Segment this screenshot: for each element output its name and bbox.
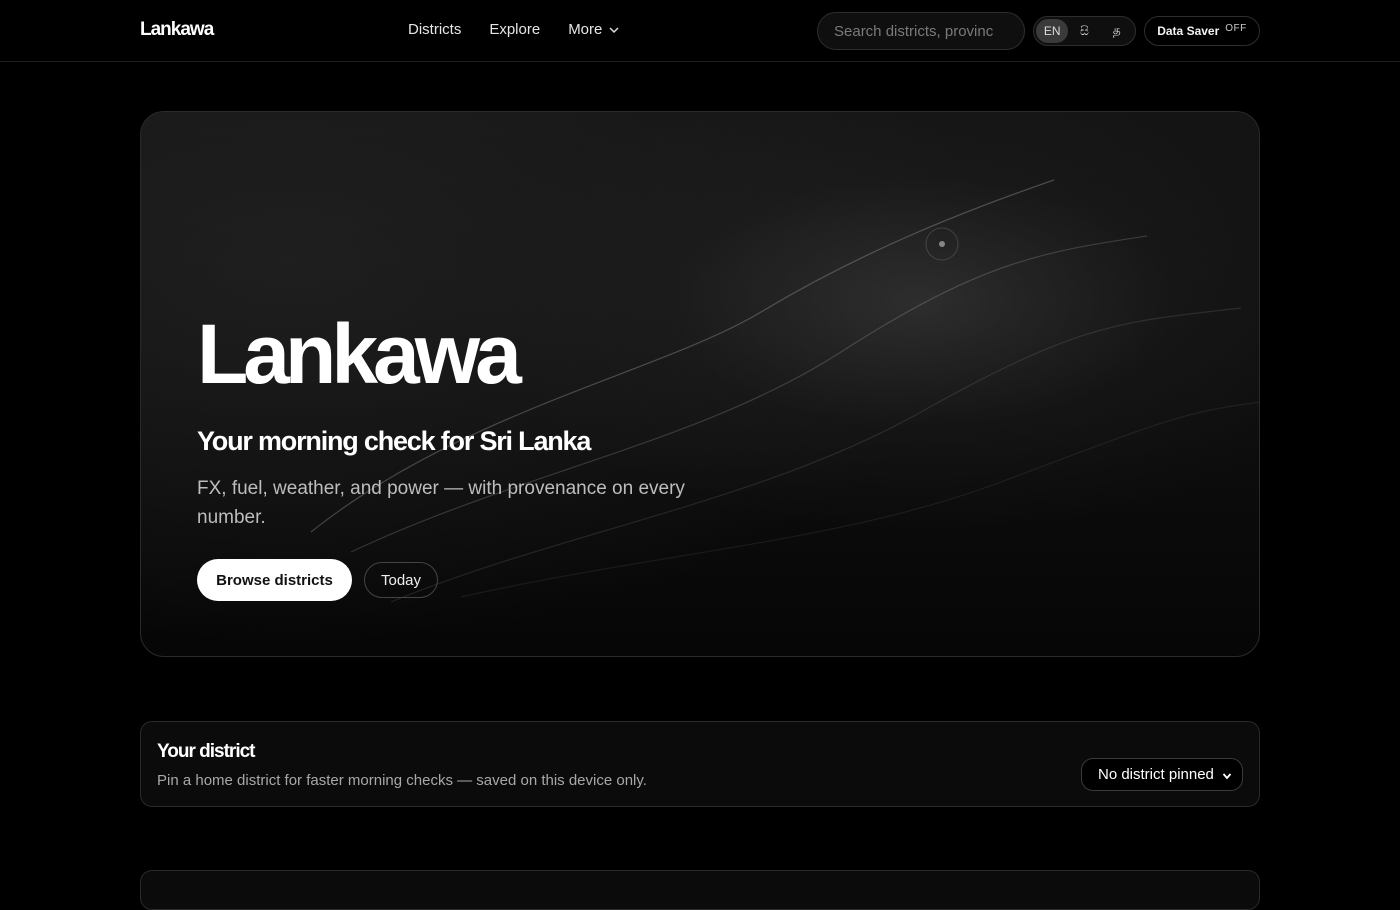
district-select[interactable]: No district pinned — [1081, 758, 1243, 791]
brand-logo[interactable]: Lankawa — [140, 19, 214, 41]
next-section-card — [140, 870, 1260, 910]
browse-districts-button[interactable]: Browse districts — [197, 559, 352, 601]
nav-link-districts[interactable]: Districts — [408, 21, 461, 38]
data-saver-state: OFF — [1225, 22, 1247, 34]
nav-link-more: More — [568, 21, 603, 38]
hero-subtitle: Your morning check for Sri Lanka — [197, 426, 591, 456]
district-card-title: Your district — [157, 741, 255, 762]
hero-description: FX, fuel, weather, and power — with prov… — [197, 478, 685, 528]
nav-link-explore[interactable]: Explore — [489, 21, 540, 38]
lang-en-button[interactable]: EN — [1036, 19, 1069, 43]
language-switcher: EN සි த — [1033, 16, 1136, 46]
chevron-down-icon — [1222, 773, 1232, 780]
lang-si-button[interactable]: සි — [1068, 19, 1100, 43]
district-card-description: Pin a home district for faster morning c… — [157, 772, 647, 789]
chevron-down-icon — [609, 26, 619, 33]
hero-card: Lankawa Your morning check for Sri Lanka… — [140, 111, 1260, 657]
nav-more-menu[interactable]: More — [568, 21, 620, 38]
search-input[interactable] — [817, 12, 1025, 50]
top-nav: Lankawa Districts Explore More EN සි த D… — [0, 0, 1400, 62]
district-select-value: No district pinned — [1098, 766, 1214, 783]
lang-ta-button[interactable]: த — [1101, 19, 1133, 43]
today-button[interactable]: Today — [364, 562, 438, 598]
your-district-card: Your district Pin a home district for fa… — [140, 721, 1260, 807]
hero-title: Lankawa — [197, 307, 522, 401]
data-saver-label: Data Saver — [1157, 24, 1220, 38]
nav-links: Districts Explore More — [408, 21, 620, 38]
data-saver-toggle[interactable]: Data Saver OFF — [1144, 16, 1260, 46]
